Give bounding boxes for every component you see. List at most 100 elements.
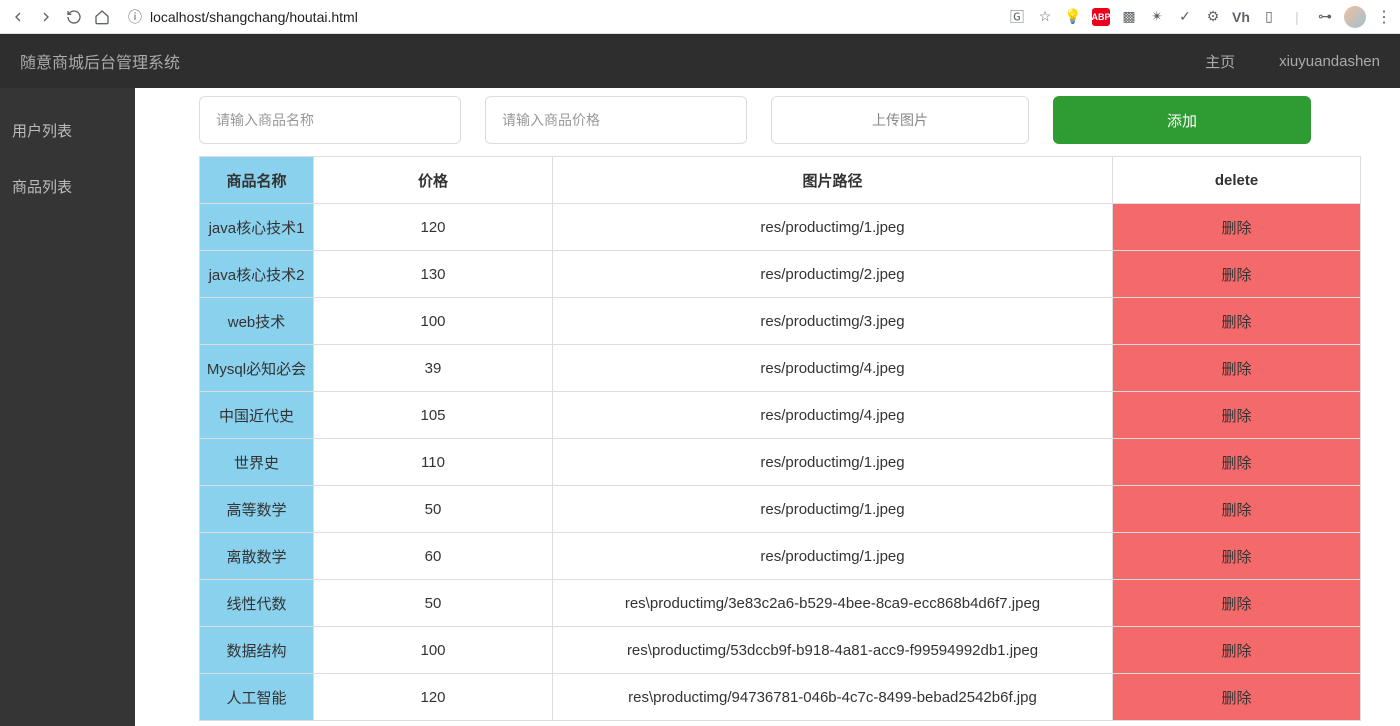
- site-info-icon[interactable]: ⓘ: [128, 7, 142, 27]
- cell-path: res\productimg/3e83c2a6-b529-4bee-8ca9-e…: [553, 580, 1113, 627]
- cell-path: res/productimg/2.jpeg: [553, 251, 1113, 298]
- abp-icon[interactable]: ABP: [1092, 8, 1110, 26]
- sidebar-item-label: 用户列表: [12, 120, 72, 141]
- bulb-icon[interactable]: 💡: [1064, 8, 1082, 26]
- forward-button[interactable]: [36, 7, 56, 27]
- table-row: 中国近代史105res/productimg/4.jpeg删除: [200, 392, 1361, 439]
- table-row: java核心技术2130res/productimg/2.jpeg删除: [200, 251, 1361, 298]
- delete-button[interactable]: 删除: [1113, 486, 1361, 533]
- content-area: 上传图片 添加 商品名称 价格 图片路径 delete java核心技术1120…: [135, 88, 1400, 726]
- table-row: 线性代数50res\productimg/3e83c2a6-b529-4bee-…: [200, 580, 1361, 627]
- sidebar: 用户列表 商品列表: [0, 88, 135, 726]
- cell-name: 中国近代史: [200, 392, 314, 439]
- translate-icon[interactable]: 🄶: [1008, 8, 1026, 26]
- table-row: java核心技术1120res/productimg/1.jpeg删除: [200, 204, 1361, 251]
- delete-button[interactable]: 删除: [1113, 674, 1361, 721]
- cell-price: 100: [314, 298, 553, 345]
- cell-price: 120: [314, 204, 553, 251]
- delete-button[interactable]: 删除: [1113, 580, 1361, 627]
- star-icon[interactable]: ☆: [1036, 8, 1054, 26]
- cell-path: res/productimg/1.jpeg: [553, 533, 1113, 580]
- vh-icon[interactable]: Vh: [1232, 8, 1250, 26]
- table-row: 世界史110res/productimg/1.jpeg删除: [200, 439, 1361, 486]
- cell-price: 39: [314, 345, 553, 392]
- cell-price: 50: [314, 580, 553, 627]
- cell-price: 110: [314, 439, 553, 486]
- cell-path: res/productimg/1.jpeg: [553, 486, 1113, 533]
- cell-name: 数据结构: [200, 627, 314, 674]
- gear-icon[interactable]: ⚙: [1204, 8, 1222, 26]
- cell-name: 世界史: [200, 439, 314, 486]
- cell-name: 高等数学: [200, 486, 314, 533]
- bookmark-icon[interactable]: ▯: [1260, 8, 1278, 26]
- th-path: 图片路径: [553, 157, 1113, 204]
- check-icon[interactable]: ✓: [1176, 8, 1194, 26]
- sidebar-item-users[interactable]: 用户列表: [0, 102, 135, 158]
- sidebar-item-label: 商品列表: [12, 176, 72, 197]
- product-name-input[interactable]: [199, 96, 461, 144]
- menu-button[interactable]: ⋮: [1376, 7, 1392, 27]
- table-row: 人工智能120res\productimg/94736781-046b-4c7c…: [200, 674, 1361, 721]
- delete-button[interactable]: 删除: [1113, 345, 1361, 392]
- cell-path: res/productimg/1.jpeg: [553, 439, 1113, 486]
- app-title: 随意商城后台管理系统: [20, 49, 180, 73]
- browser-toolbar: ⓘ localhost/shangchang/houtai.html 🄶 ☆ 💡…: [0, 0, 1400, 34]
- url-text: localhost/shangchang/houtai.html: [150, 9, 358, 25]
- cell-name: Mysql必知必会: [200, 345, 314, 392]
- sparkle-icon[interactable]: ✴: [1148, 8, 1166, 26]
- cell-path: res/productimg/1.jpeg: [553, 204, 1113, 251]
- nav-user[interactable]: xiuyuandashen: [1279, 53, 1380, 70]
- upload-image-button[interactable]: 上传图片: [771, 96, 1029, 144]
- cell-path: res/productimg/4.jpeg: [553, 392, 1113, 439]
- product-price-input[interactable]: [485, 96, 747, 144]
- delete-button[interactable]: 删除: [1113, 204, 1361, 251]
- nav-home[interactable]: 主页: [1205, 51, 1235, 72]
- cell-name: 人工智能: [200, 674, 314, 721]
- delete-button[interactable]: 删除: [1113, 298, 1361, 345]
- cell-price: 50: [314, 486, 553, 533]
- cell-price: 130: [314, 251, 553, 298]
- th-delete: delete: [1113, 157, 1361, 204]
- delete-button[interactable]: 删除: [1113, 392, 1361, 439]
- table-row: 数据结构100res\productimg/53dccb9f-b918-4a81…: [200, 627, 1361, 674]
- table-row: 离散数学60res/productimg/1.jpeg删除: [200, 533, 1361, 580]
- cell-price: 100: [314, 627, 553, 674]
- table-row: Mysql必知必会39res/productimg/4.jpeg删除: [200, 345, 1361, 392]
- cell-name: 离散数学: [200, 533, 314, 580]
- cell-path: res/productimg/4.jpeg: [553, 345, 1113, 392]
- cell-name: 线性代数: [200, 580, 314, 627]
- th-price: 价格: [314, 157, 553, 204]
- main-layout: 用户列表 商品列表 上传图片 添加 商品名称 价格 图片路径 delete: [0, 88, 1400, 726]
- divider: |: [1288, 8, 1306, 26]
- controls-row: 上传图片 添加: [199, 96, 1360, 144]
- panda-icon[interactable]: ▩: [1120, 8, 1138, 26]
- sidebar-item-products[interactable]: 商品列表: [0, 158, 135, 214]
- th-name: 商品名称: [200, 157, 314, 204]
- table-header-row: 商品名称 价格 图片路径 delete: [200, 157, 1361, 204]
- cell-price: 105: [314, 392, 553, 439]
- reload-button[interactable]: [64, 7, 84, 27]
- home-button[interactable]: [92, 7, 112, 27]
- back-button[interactable]: [8, 7, 28, 27]
- cell-path: res/productimg/3.jpeg: [553, 298, 1113, 345]
- cell-name: java核心技术1: [200, 204, 314, 251]
- delete-button[interactable]: 删除: [1113, 533, 1361, 580]
- table-row: 高等数学50res/productimg/1.jpeg删除: [200, 486, 1361, 533]
- delete-button[interactable]: 删除: [1113, 251, 1361, 298]
- key-icon[interactable]: ⊶: [1316, 8, 1334, 26]
- products-table: 商品名称 价格 图片路径 delete java核心技术1120res/prod…: [199, 156, 1361, 721]
- cell-name: web技术: [200, 298, 314, 345]
- address-bar[interactable]: ⓘ localhost/shangchang/houtai.html: [120, 7, 1000, 27]
- cell-price: 60: [314, 533, 553, 580]
- add-button[interactable]: 添加: [1053, 96, 1311, 144]
- cell-name: java核心技术2: [200, 251, 314, 298]
- app-header: 随意商城后台管理系统 主页 xiuyuandashen: [0, 34, 1400, 88]
- cell-path: res\productimg/94736781-046b-4c7c-8499-b…: [553, 674, 1113, 721]
- extension-toolbar: 🄶 ☆ 💡 ABP ▩ ✴ ✓ ⚙ Vh ▯ | ⊶ ⋮: [1008, 6, 1392, 28]
- delete-button[interactable]: 删除: [1113, 627, 1361, 674]
- cell-price: 120: [314, 674, 553, 721]
- delete-button[interactable]: 删除: [1113, 439, 1361, 486]
- cell-path: res\productimg/53dccb9f-b918-4a81-acc9-f…: [553, 627, 1113, 674]
- avatar-icon[interactable]: [1344, 6, 1366, 28]
- table-row: web技术100res/productimg/3.jpeg删除: [200, 298, 1361, 345]
